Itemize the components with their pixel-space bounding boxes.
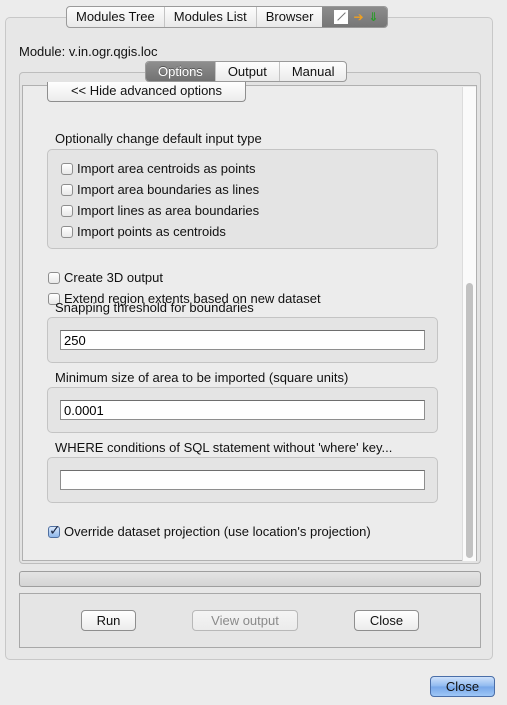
- tab-tools[interactable]: ➔ ⇓: [322, 7, 387, 27]
- checkbox-label: Import area boundaries as lines: [77, 182, 260, 197]
- run-button[interactable]: Run: [81, 610, 136, 631]
- tab-manual[interactable]: Manual: [280, 62, 347, 81]
- checkbox-row-override-projection[interactable]: Override dataset projection (use locatio…: [48, 522, 371, 539]
- snapping-threshold-input[interactable]: [60, 330, 425, 350]
- where-condition-input[interactable]: [60, 470, 425, 490]
- min-area-title: Minimum size of area to be imported (squ…: [55, 370, 349, 385]
- arrow-right-icon[interactable]: ➔: [353, 7, 363, 27]
- input-type-section-title: Optionally change default input type: [55, 131, 262, 146]
- scrollbar-thumb[interactable]: [466, 283, 473, 558]
- checkbox-label: Import lines as area boundaries: [77, 203, 260, 218]
- tab-modules-tree[interactable]: Modules Tree: [67, 7, 165, 27]
- arrow-down-icon[interactable]: ⇓: [369, 7, 379, 27]
- lines-as-boundaries-checkbox[interactable]: [61, 204, 73, 217]
- tab-options[interactable]: Options: [146, 62, 216, 81]
- tab-modules-list[interactable]: Modules List: [165, 7, 257, 27]
- view-output-button[interactable]: View output: [192, 610, 298, 631]
- close-module-button[interactable]: Close: [354, 610, 419, 631]
- checkbox-row-points-as-centroids[interactable]: Import points as centroids: [61, 224, 226, 239]
- progress-bar: [19, 571, 481, 587]
- checkbox-label: Import area centroids as points: [77, 161, 256, 176]
- checkbox-row-centroids-as-points[interactable]: Import area centroids as points: [61, 161, 255, 176]
- tab-browser[interactable]: Browser: [257, 7, 323, 27]
- edit-line-icon[interactable]: [334, 10, 349, 24]
- module-tab-bar: Options Output Manual: [145, 61, 348, 82]
- checkbox-label: Import points as centroids: [77, 224, 226, 239]
- checkbox-label: Override dataset projection (use locatio…: [64, 524, 371, 539]
- centroids-as-points-checkbox[interactable]: [61, 162, 73, 175]
- module-label: Module: v.in.ogr.qgis.loc: [19, 44, 158, 59]
- boundaries-as-lines-checkbox[interactable]: [61, 183, 73, 196]
- where-title: WHERE conditions of SQL statement withou…: [55, 440, 393, 455]
- snapping-title: Snapping threshold for boundaries: [55, 300, 254, 315]
- checkbox-label: Create 3D output: [64, 270, 164, 285]
- override-projection-checkbox[interactable]: [48, 522, 61, 539]
- checkbox-row-create-3d[interactable]: Create 3D output: [48, 270, 163, 285]
- create-3d-checkbox[interactable]: [48, 271, 60, 284]
- checkbox-row-boundaries-as-lines[interactable]: Import area boundaries as lines: [61, 182, 259, 197]
- hide-advanced-options-button[interactable]: << Hide advanced options: [47, 82, 246, 102]
- points-as-centroids-checkbox[interactable]: [61, 225, 73, 238]
- min-area-input[interactable]: [60, 400, 425, 420]
- top-tab-bar: Modules Tree Modules List Browser ➔ ⇓: [66, 6, 388, 28]
- close-dialog-button[interactable]: Close: [430, 676, 495, 697]
- tab-output[interactable]: Output: [216, 62, 280, 81]
- checkbox-row-lines-as-boundaries[interactable]: Import lines as area boundaries: [61, 203, 259, 218]
